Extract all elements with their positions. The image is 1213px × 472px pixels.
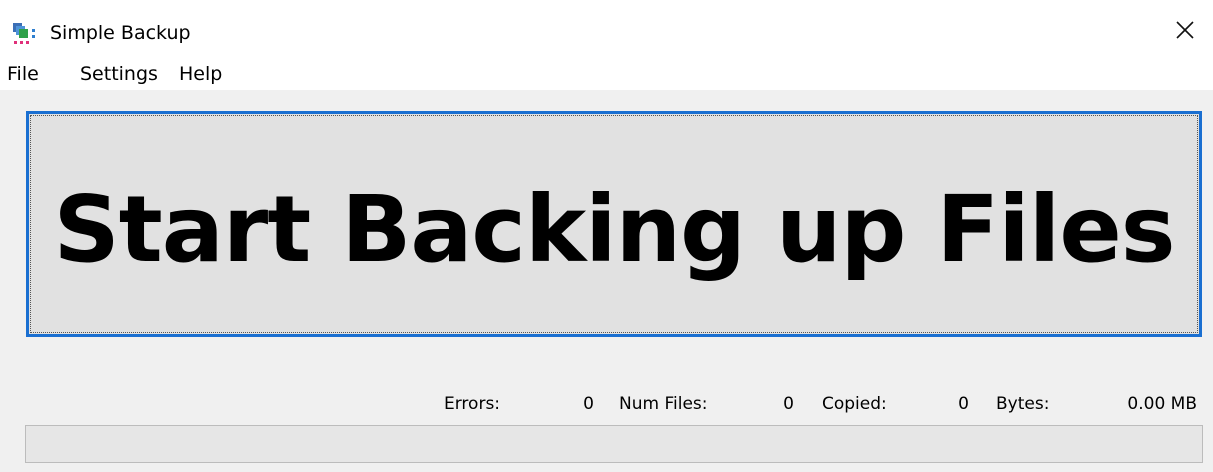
- backup-app-icon: [12, 22, 40, 46]
- start-backup-button-label: Start Backing up Files: [53, 175, 1176, 283]
- menu-bar: File Settings Help: [0, 58, 1213, 90]
- menu-file[interactable]: File: [5, 61, 41, 87]
- close-button[interactable]: [1157, 8, 1213, 56]
- errors-label: Errors:: [444, 394, 501, 414]
- num-files-label: Num Files:: [619, 394, 708, 414]
- errors-value: 0: [583, 394, 594, 414]
- bytes-value: 0.00 MB: [1127, 394, 1197, 414]
- app-window: Simple Backup File Settings Help Start B…: [0, 0, 1213, 472]
- title-bar: Simple Backup: [0, 0, 1213, 62]
- start-backup-button[interactable]: Start Backing up Files: [26, 111, 1202, 337]
- menu-settings[interactable]: Settings: [78, 61, 160, 87]
- backup-progress-bar: [25, 425, 1203, 463]
- copied-label: Copied:: [822, 394, 887, 414]
- bytes-label: Bytes:: [996, 394, 1050, 414]
- close-icon: [1175, 20, 1195, 44]
- window-title: Simple Backup: [50, 22, 191, 44]
- menu-help[interactable]: Help: [177, 61, 224, 87]
- copied-value: 0: [958, 394, 969, 414]
- stats-row: Errors: 0 Num Files: 0 Copied: 0 Bytes: …: [0, 391, 1213, 417]
- num-files-value: 0: [783, 394, 794, 414]
